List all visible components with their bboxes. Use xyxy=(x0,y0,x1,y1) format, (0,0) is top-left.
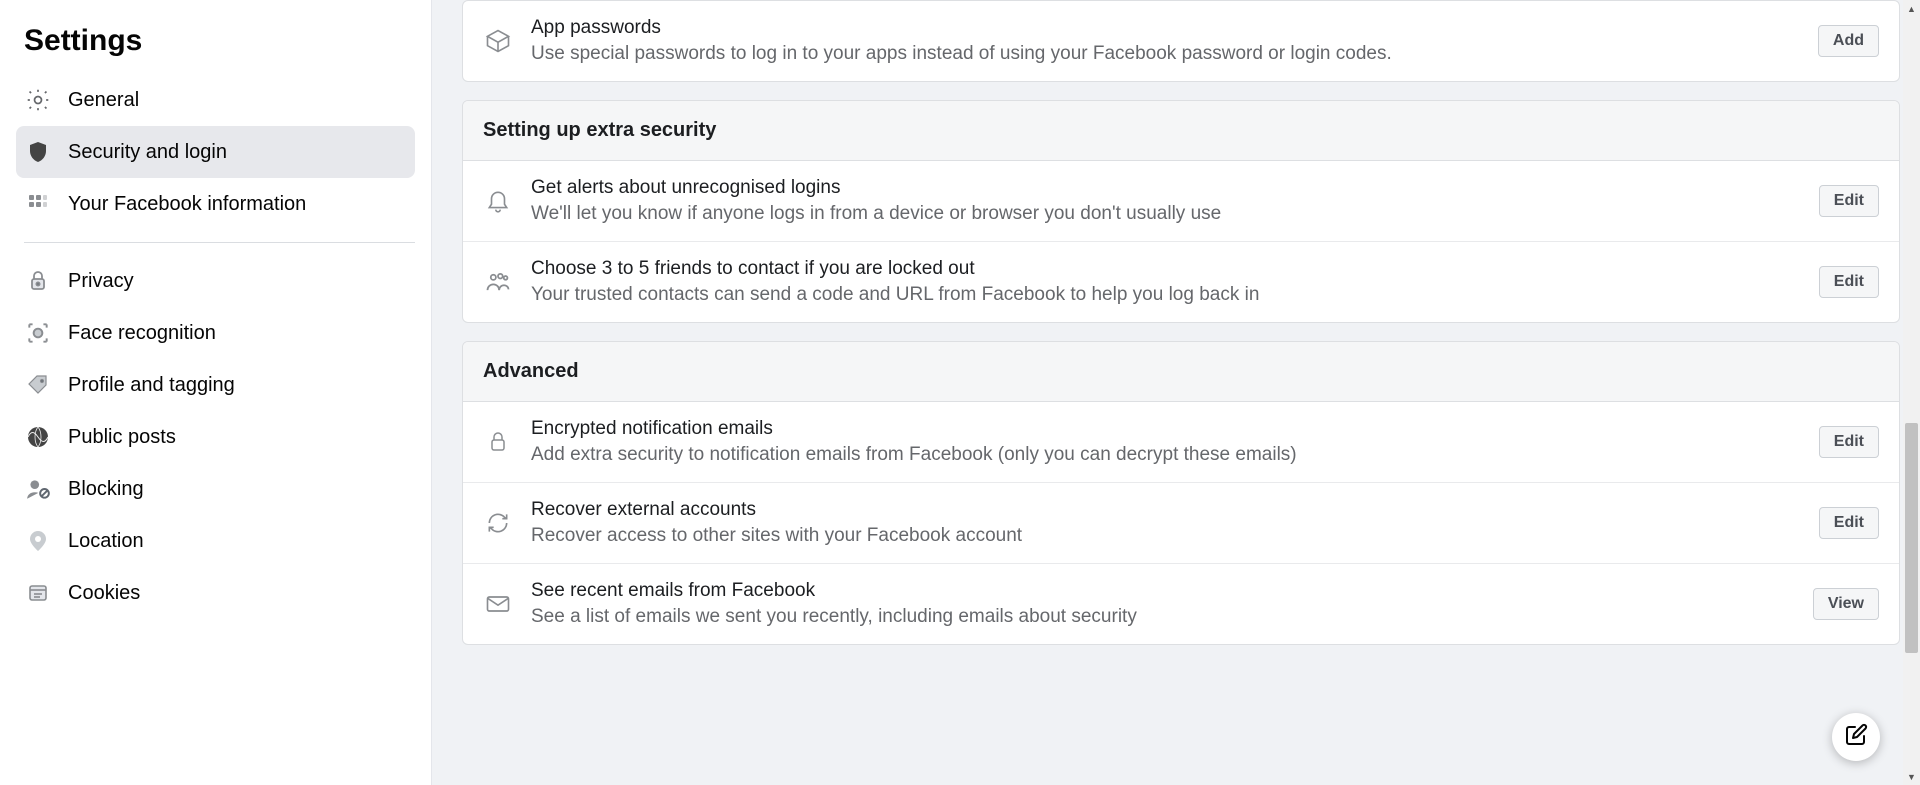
box-icon xyxy=(483,26,513,56)
row-desc: Recover access to other sites with your … xyxy=(531,525,1803,547)
vertical-scrollbar[interactable]: ▲ ▼ xyxy=(1903,0,1920,785)
sidebar-divider xyxy=(24,242,415,243)
row-title: Encrypted notification emails xyxy=(531,418,1803,440)
row-desc: We'll let you know if anyone logs in fro… xyxy=(531,203,1803,225)
cookies-icon xyxy=(24,579,52,607)
section-advanced: Advanced Encrypted notification emails A… xyxy=(462,341,1900,645)
edit-button[interactable]: Edit xyxy=(1819,185,1879,217)
sidebar-item-cookies[interactable]: Cookies xyxy=(16,567,415,619)
block-user-icon xyxy=(24,475,52,503)
sidebar-item-label: Location xyxy=(68,530,144,553)
sidebar-item-blocking[interactable]: Blocking xyxy=(16,463,415,515)
row-title: Choose 3 to 5 friends to contact if you … xyxy=(531,258,1803,280)
sidebar-item-label: Cookies xyxy=(68,582,140,605)
sidebar-item-profile-tagging[interactable]: Profile and tagging xyxy=(16,359,415,411)
sidebar-item-face-recognition[interactable]: Face recognition xyxy=(16,307,415,359)
sidebar-item-general[interactable]: General xyxy=(16,74,415,126)
sidebar-item-your-info[interactable]: Your Facebook information xyxy=(16,178,415,230)
setting-row-recent-emails: See recent emails from Facebook See a li… xyxy=(463,564,1899,644)
setting-row-alerts: Get alerts about unrecognised logins We'… xyxy=(463,161,1899,242)
sidebar-item-label: Public posts xyxy=(68,426,176,449)
row-title: Get alerts about unrecognised logins xyxy=(531,177,1803,199)
scroll-down-arrow-icon[interactable]: ▼ xyxy=(1903,768,1920,785)
sidebar-item-privacy[interactable]: Privacy xyxy=(16,255,415,307)
shield-icon xyxy=(24,138,52,166)
bell-icon xyxy=(483,186,513,216)
section-header: Advanced xyxy=(463,342,1899,402)
lock-privacy-icon xyxy=(24,267,52,295)
sidebar-item-label: Privacy xyxy=(68,270,134,293)
settings-main: App passwords Use special passwords to l… xyxy=(432,0,1920,785)
section-extra-security: Setting up extra security Get alerts abo… xyxy=(462,100,1900,323)
location-pin-icon xyxy=(24,527,52,555)
add-button[interactable]: Add xyxy=(1818,25,1879,57)
sidebar-item-label: Face recognition xyxy=(68,322,216,345)
scrollbar-thumb[interactable] xyxy=(1905,423,1918,653)
compose-fab[interactable] xyxy=(1832,713,1880,761)
setting-row-encrypted-emails: Encrypted notification emails Add extra … xyxy=(463,402,1899,483)
row-desc: See a list of emails we sent you recentl… xyxy=(531,606,1797,628)
sidebar-item-label: Security and login xyxy=(68,141,227,164)
sidebar-item-location[interactable]: Location xyxy=(16,515,415,567)
refresh-icon xyxy=(483,508,513,538)
setting-row-trusted-contacts: Choose 3 to 5 friends to contact if you … xyxy=(463,242,1899,322)
sidebar-item-label: Blocking xyxy=(68,478,144,501)
sidebar-item-label: Your Facebook information xyxy=(68,193,306,216)
setting-row-app-passwords: App passwords Use special passwords to l… xyxy=(462,0,1900,82)
view-button[interactable]: View xyxy=(1813,588,1879,620)
gear-icon xyxy=(24,86,52,114)
row-desc: Add extra security to notification email… xyxy=(531,444,1803,466)
settings-sidebar: Settings General Security and login Your… xyxy=(0,0,432,785)
lock-icon xyxy=(483,427,513,457)
sidebar-item-public-posts[interactable]: Public posts xyxy=(16,411,415,463)
sidebar-title: Settings xyxy=(16,16,423,74)
edit-button[interactable]: Edit xyxy=(1819,507,1879,539)
row-desc: Your trusted contacts can send a code an… xyxy=(531,284,1803,306)
row-desc: Use special passwords to log in to your … xyxy=(531,43,1802,65)
face-icon xyxy=(24,319,52,347)
row-title: App passwords xyxy=(531,17,1802,39)
sidebar-item-label: Profile and tagging xyxy=(68,374,235,397)
sidebar-item-security[interactable]: Security and login xyxy=(16,126,415,178)
row-title: See recent emails from Facebook xyxy=(531,580,1797,602)
globe-icon xyxy=(24,423,52,451)
tag-icon xyxy=(24,371,52,399)
edit-button[interactable]: Edit xyxy=(1819,426,1879,458)
compose-icon xyxy=(1844,723,1868,752)
friends-icon xyxy=(483,267,513,297)
scroll-up-arrow-icon[interactable]: ▲ xyxy=(1903,0,1920,17)
edit-button[interactable]: Edit xyxy=(1819,266,1879,298)
section-header: Setting up extra security xyxy=(463,101,1899,161)
setting-row-recover-accounts: Recover external accounts Recover access… xyxy=(463,483,1899,564)
envelope-icon xyxy=(483,589,513,619)
row-title: Recover external accounts xyxy=(531,499,1803,521)
grid-icon xyxy=(24,190,52,218)
sidebar-item-label: General xyxy=(68,89,139,112)
